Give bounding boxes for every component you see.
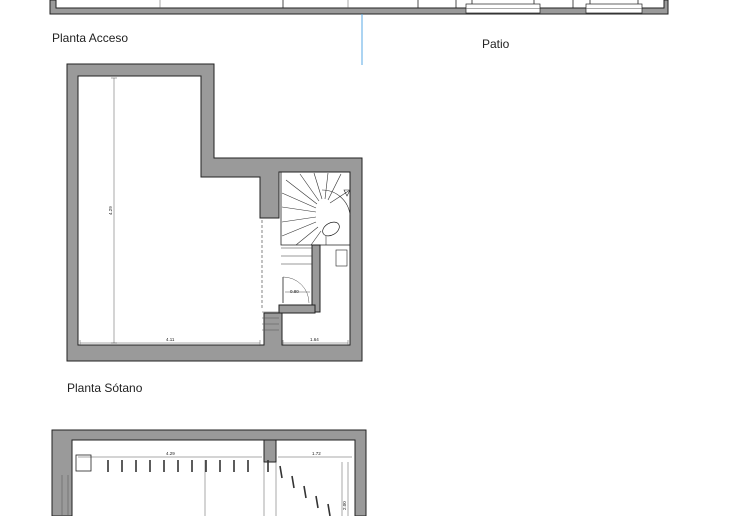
svg-text:4.29: 4.29 (166, 451, 175, 456)
svg-text:4.11: 4.11 (166, 337, 175, 342)
door: 0.80 (282, 276, 310, 304)
svg-text:0.80: 0.80 (290, 289, 299, 294)
label-patio: Patio (482, 37, 510, 51)
railing-marks (107, 460, 331, 516)
svg-text:4.29: 4.29 (108, 206, 113, 215)
stair-column (322, 221, 340, 237)
planta-sotano-plan: 4.29 4.11 1.64 0.80 (66, 63, 363, 362)
svg-text:2.00: 2.00 (342, 501, 347, 510)
partition-wall (278, 304, 316, 314)
fixture (335, 249, 348, 267)
svg-text:1.72: 1.72 (312, 451, 321, 456)
lower-plan: 4.29 1.72 2.00 (51, 429, 367, 516)
dimension-height: 4.29 (108, 77, 117, 344)
svg-text:1.64: 1.64 (310, 337, 319, 342)
label-planta-sotano: Planta Sótano (67, 381, 143, 395)
planta-acceso-plan (49, 0, 669, 15)
floor-plan-drawing: Planta Acceso Patio 4.29 4.11 1.64 0.80 … (49, 0, 669, 516)
label-planta-acceso: Planta Acceso (52, 31, 128, 45)
partition-wall (311, 244, 321, 313)
